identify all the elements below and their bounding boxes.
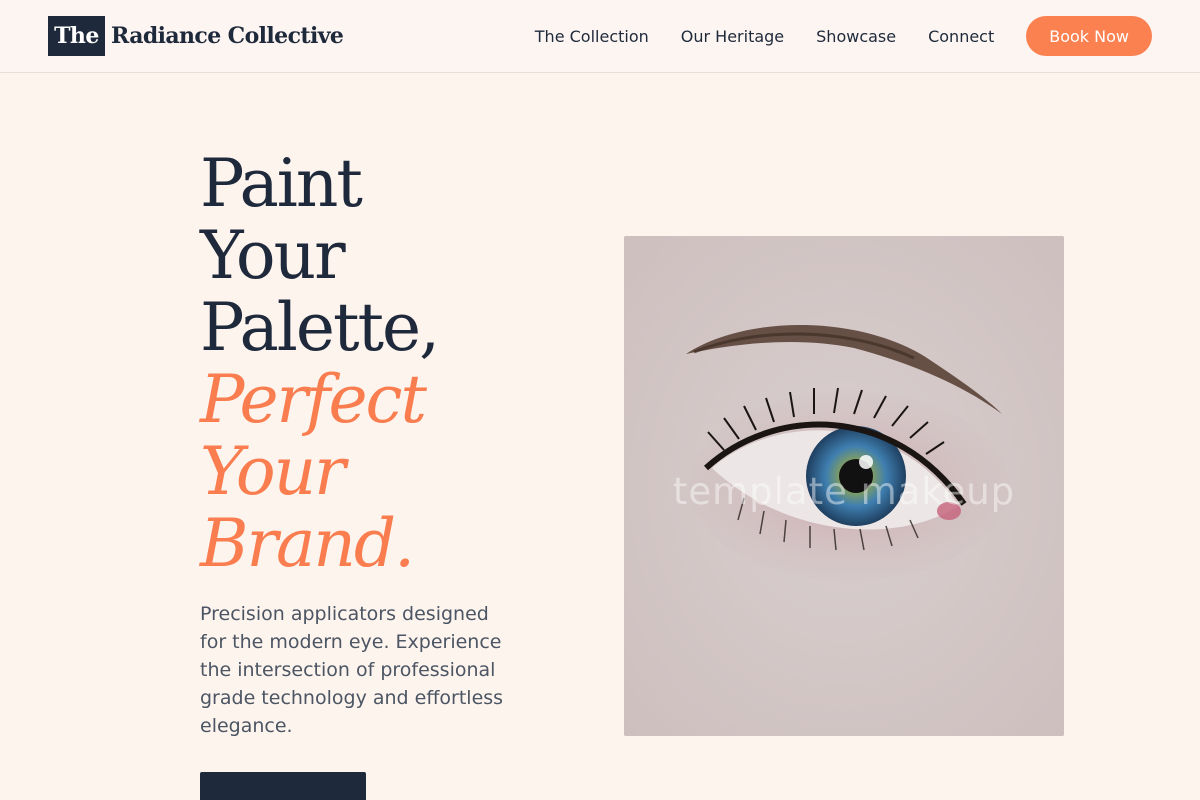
- accent-line-1: Perfect: [200, 361, 427, 438]
- logo[interactable]: The Radiance Collective: [48, 16, 344, 56]
- accent-line-2: Your: [200, 433, 346, 510]
- book-now-button[interactable]: Book Now: [1026, 16, 1152, 56]
- hero-section: Paint Your Palette, Perfect Your Brand.: [200, 148, 540, 580]
- nav-link-collection[interactable]: The Collection: [535, 27, 649, 46]
- image-watermark: template makeup: [672, 470, 1016, 513]
- headline-line-1: Paint: [200, 145, 363, 222]
- hero-headline: Paint Your Palette, Perfect Your Brand.: [200, 148, 540, 580]
- headline-line-2: Your: [200, 217, 346, 294]
- hero-subtext: Precision applicators designed for the m…: [200, 603, 504, 737]
- main-nav: The Collection Our Heritage Showcase Con…: [535, 16, 1152, 56]
- nav-link-showcase[interactable]: Showcase: [816, 27, 896, 46]
- explore-tools-button[interactable]: Explore Tools: [200, 772, 366, 800]
- nav-link-connect[interactable]: Connect: [928, 27, 994, 46]
- accent-line-3: Brand.: [200, 505, 415, 582]
- eye-photo: template makeup: [624, 236, 1064, 736]
- logo-text: Radiance Collective: [111, 23, 344, 49]
- logo-mark: The: [48, 16, 105, 56]
- headline-line-3: Palette,: [200, 289, 440, 366]
- nav-link-heritage[interactable]: Our Heritage: [681, 27, 784, 46]
- site-header: The Radiance Collective The Collection O…: [0, 0, 1200, 73]
